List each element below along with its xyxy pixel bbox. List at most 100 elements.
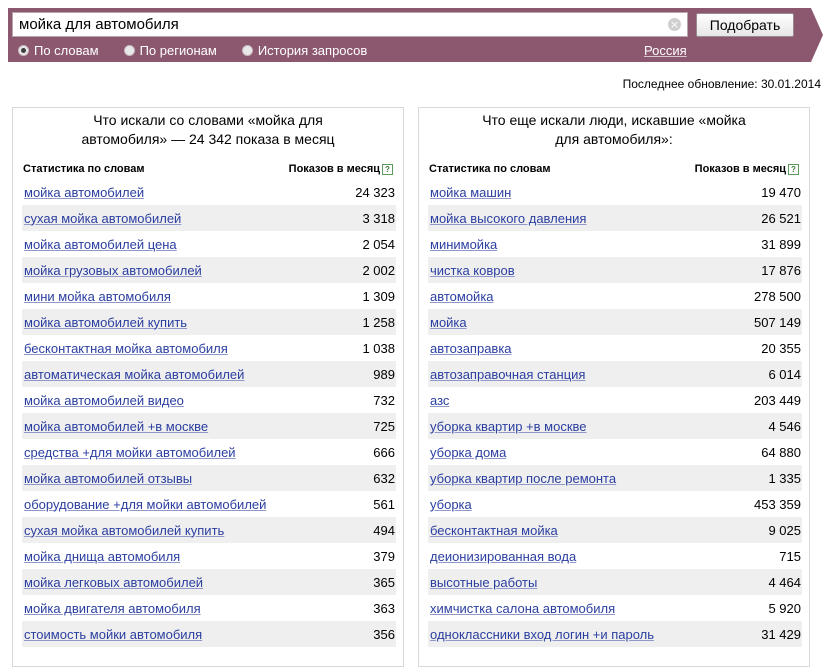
radio-label: История запросов: [257, 43, 368, 58]
left-stats-list: мойка автомобилей 24 323 сухая мойка автом…: [22, 179, 396, 647]
table-row: мойка автомобилей +в москве 725: [22, 413, 396, 439]
keyword-link[interactable]: автоматическая мойка автомобилей: [24, 367, 244, 382]
column-header-count-label: Показов в месяц: [288, 163, 380, 175]
table-row: сухая мойка автомобилей 3 318: [22, 205, 396, 231]
table-row: чистка ковров 17 876: [428, 257, 802, 283]
keyword-link[interactable]: азс: [430, 393, 449, 408]
impressions-count: 24 323: [355, 184, 395, 200]
keyword-link[interactable]: уборка: [430, 497, 472, 512]
radio-button-icon[interactable]: [18, 45, 29, 56]
keyword-link[interactable]: чистка ковров: [430, 263, 515, 278]
keyword-link[interactable]: мойка автомобилей купить: [24, 315, 187, 330]
table-row: мойка 507 149: [428, 309, 802, 335]
column-header-count: Показов в месяц ?: [695, 163, 799, 175]
keyword-link[interactable]: автозаправочная станция: [430, 367, 585, 382]
table-row: уборка квартир после ремонта 1 335: [428, 465, 802, 491]
keyword-link[interactable]: мойка высокого давления: [430, 211, 586, 226]
table-row: мойка двигателя автомобиля 363: [22, 595, 396, 621]
impressions-count: 2 054: [362, 236, 395, 252]
keyword-link[interactable]: мойка автомобилей +в москве: [24, 419, 208, 434]
table-row: средства +для мойки автомобилей 666: [22, 439, 396, 465]
table-row: мойка автомобилей цена 2 054: [22, 231, 396, 257]
radio-by-regions[interactable]: По регионам: [123, 43, 217, 58]
keyword-link[interactable]: одноклассники вход логин +и пароль: [430, 627, 654, 642]
table-row: одноклассники вход логин +и пароль 31 429: [428, 621, 802, 647]
keyword-link[interactable]: мойка двигателя автомобиля: [24, 601, 201, 616]
table-row: минимойка 31 899: [428, 231, 802, 257]
impressions-count: 1 038: [362, 340, 395, 356]
keyword-link[interactable]: минимойка: [430, 237, 497, 252]
table-row: мойка автомобилей видео 732: [22, 387, 396, 413]
keyword-link[interactable]: бесконтактная мойка автомобиля: [24, 341, 228, 356]
search-box[interactable]: ×: [12, 12, 688, 37]
keyword-link[interactable]: деионизированная вода: [430, 549, 576, 564]
keyword-link[interactable]: уборка дома: [430, 445, 506, 460]
keyword-link[interactable]: мини мойка автомобиля: [24, 289, 171, 304]
keyword-link[interactable]: мойка автомобилей цена: [24, 237, 177, 252]
submit-button[interactable]: Подобрать: [696, 13, 794, 37]
impressions-count: 1 335: [768, 470, 801, 486]
keyword-link[interactable]: мойка автомобилей видео: [24, 393, 184, 408]
help-icon[interactable]: ?: [382, 163, 393, 175]
impressions-count: 732: [373, 392, 395, 408]
keyword-link[interactable]: уборка квартир после ремонта: [430, 471, 616, 486]
table-row: мойка автомобилей отзывы 632: [22, 465, 396, 491]
keyword-link[interactable]: химчистка салона автомобиля: [430, 601, 615, 616]
impressions-count: 2 002: [362, 262, 395, 278]
table-row: мойка грузовых автомобилей 2 002: [22, 257, 396, 283]
radio-query-history[interactable]: История запросов: [241, 43, 368, 58]
table-row: мойка автомобилей купить 1 258: [22, 309, 396, 335]
table-row: мойка высокого давления 26 521: [428, 205, 802, 231]
table-row: мойка днища автомобиля 379: [22, 543, 396, 569]
table-row: автомойка 278 500: [428, 283, 802, 309]
clear-icon[interactable]: ×: [668, 18, 681, 31]
impressions-count: 989: [373, 366, 395, 382]
radio-button-icon[interactable]: [123, 45, 135, 56]
keyword-link[interactable]: мойка автомобилей отзывы: [24, 471, 192, 486]
impressions-count: 17 876: [761, 262, 801, 278]
last-updated-text: Последнее обновление: 30.01.2014: [622, 77, 821, 91]
radio-by-words[interactable]: По словам: [18, 43, 99, 58]
impressions-count: 725: [373, 418, 395, 434]
search-mode-radio-group: По словам По регионам История запросов: [18, 43, 392, 58]
table-row: мойка автомобилей 24 323: [22, 179, 396, 205]
impressions-count: 5 920: [768, 600, 801, 616]
radio-label: По словам: [34, 43, 99, 58]
impressions-count: 507 149: [754, 314, 801, 330]
impressions-count: 20 355: [761, 340, 801, 356]
keyword-link[interactable]: мойка автомобилей: [24, 185, 144, 200]
impressions-count: 356: [373, 626, 395, 642]
keyword-link[interactable]: мойка грузовых автомобилей: [24, 263, 202, 278]
table-row: бесконтактная мойка автомобиля 1 038: [22, 335, 396, 361]
keyword-link[interactable]: высотные работы: [430, 575, 537, 590]
keyword-link[interactable]: автозаправка: [430, 341, 512, 356]
keyword-link[interactable]: стоимость мойки автомобиля: [24, 627, 202, 642]
keyword-link[interactable]: средства +для мойки автомобилей: [24, 445, 236, 460]
keyword-link[interactable]: мойка: [430, 315, 467, 330]
impressions-count: 31 899: [761, 236, 801, 252]
search-input[interactable]: [13, 13, 669, 36]
impressions-count: 494: [373, 522, 395, 538]
impressions-count: 365: [373, 574, 395, 590]
impressions-count: 19 470: [761, 184, 801, 200]
keyword-link[interactable]: мойка машин: [430, 185, 511, 200]
table-row: оборудование +для мойки автомобилей 561: [22, 491, 396, 517]
keyword-link[interactable]: мойка легковых автомобилей: [24, 575, 203, 590]
panel-title: Что искали со словами «мойка для автомоб…: [81, 112, 335, 147]
column-header-count: Показов в месяц ?: [289, 163, 393, 175]
panel-title: Что еще искали люди, искавшие «мойка для…: [482, 112, 746, 147]
keyword-link[interactable]: бесконтактная мойка: [430, 523, 558, 538]
keyword-link[interactable]: сухая мойка автомобилей: [24, 211, 181, 226]
radio-button-icon[interactable]: [241, 45, 253, 56]
impressions-count: 632: [373, 470, 395, 486]
keyword-link[interactable]: оборудование +для мойки автомобилей: [24, 497, 266, 512]
column-header-phrase: Статистика по словам: [429, 163, 551, 175]
impressions-count: 64 880: [761, 444, 801, 460]
keyword-link[interactable]: сухая мойка автомобилей купить: [24, 523, 224, 538]
table-row: уборка квартир +в москве 4 546: [428, 413, 802, 439]
keyword-link[interactable]: уборка квартир +в москве: [430, 419, 587, 434]
region-link[interactable]: Россия: [644, 43, 687, 58]
keyword-link[interactable]: автомойка: [430, 289, 494, 304]
keyword-link[interactable]: мойка днища автомобиля: [24, 549, 180, 564]
help-icon[interactable]: ?: [788, 163, 799, 175]
